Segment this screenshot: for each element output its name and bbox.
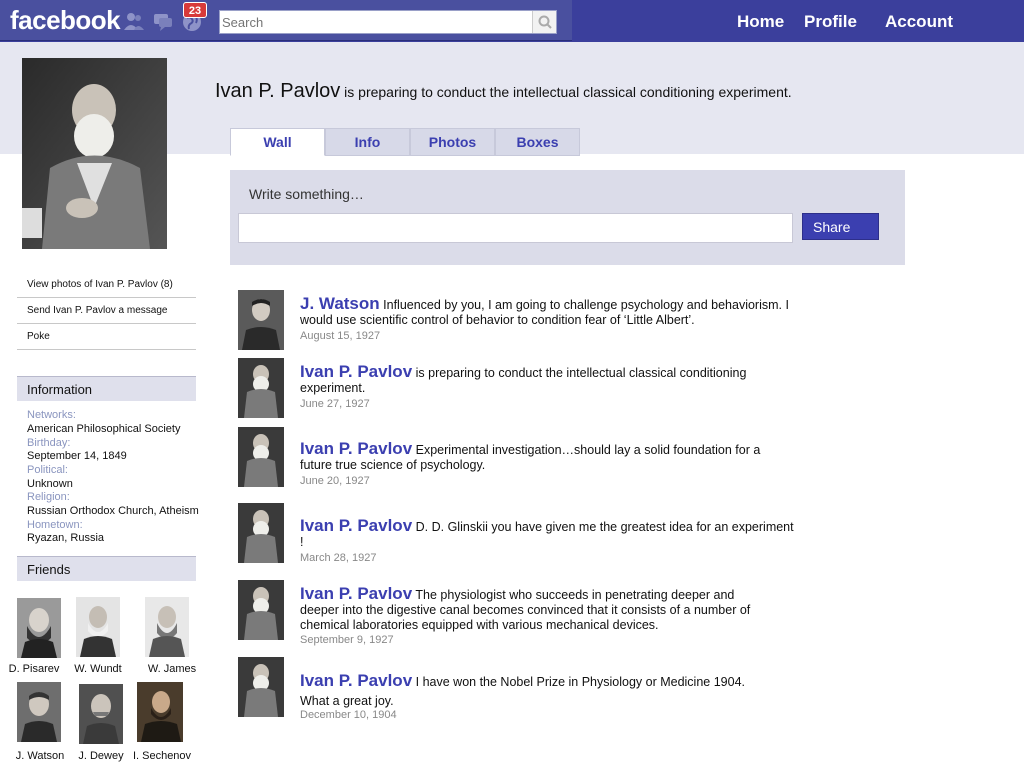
info-label-political: Political: [27, 464, 68, 476]
post-author[interactable]: Ivan P. Pavlov [300, 439, 412, 458]
nav-home[interactable]: Home [737, 12, 784, 32]
post-author[interactable]: J. Watson [300, 294, 380, 313]
poke-link[interactable]: Poke [17, 324, 196, 350]
friend-name-sechenov[interactable]: I. Sechenov [122, 750, 202, 762]
post-author[interactable]: Ivan P. Pavlov [300, 362, 412, 381]
info-value-birthday: September 14, 1849 [27, 450, 127, 462]
search-button[interactable] [532, 11, 556, 33]
post-author[interactable]: Ivan P. Pavlov [300, 516, 412, 535]
profile-status: is preparing to conduct the intellectual… [344, 84, 792, 100]
profile-photo[interactable] [22, 58, 167, 249]
notification-badge[interactable]: 23 [183, 2, 207, 18]
friend-name-james[interactable]: W. James [132, 663, 212, 675]
post-body: Ivan P. Pavlov The physiologist who succ… [300, 584, 770, 633]
tab-photos[interactable]: Photos [410, 128, 495, 156]
search-input[interactable] [222, 13, 530, 31]
tab-boxes[interactable]: Boxes [495, 128, 580, 156]
friend-photo-pisarev[interactable] [17, 598, 61, 658]
post-avatar[interactable] [238, 580, 284, 640]
post-date[interactable]: June 20, 1927 [300, 475, 370, 487]
facebook-logo[interactable]: facebook [10, 5, 121, 36]
post-avatar[interactable] [238, 358, 284, 418]
friend-name-wundt[interactable]: W. Wundt [58, 663, 138, 675]
search-box[interactable] [219, 10, 557, 34]
post-author[interactable]: Ivan P. Pavlov [300, 584, 412, 603]
post-date[interactable]: September 9, 1927 [300, 634, 394, 646]
profile-status-line: Ivan P. Pavlov is preparing to conduct t… [215, 80, 792, 103]
tab-info[interactable]: Info [325, 128, 410, 156]
post-date[interactable]: June 27, 1927 [300, 398, 370, 410]
tab-wall[interactable]: Wall [230, 128, 325, 156]
info-value-religion: Russian Orthodox Church, Atheism [27, 505, 199, 517]
messages-icon[interactable] [152, 10, 174, 32]
post-body: J. Watson Influenced by you, I am going … [300, 294, 795, 328]
post-author[interactable]: Ivan P. Pavlov [300, 671, 412, 690]
post-body: Ivan P. Pavlov is preparing to conduct t… [300, 362, 795, 396]
info-label-birthday: Birthday: [27, 437, 71, 449]
nav-profile[interactable]: Profile [804, 12, 857, 32]
friend-photo-sechenov[interactable] [137, 682, 183, 742]
post-body: Ivan P. Pavlov I have won the Nobel Priz… [300, 671, 770, 711]
post-avatar[interactable] [238, 427, 284, 487]
post-avatar[interactable] [238, 290, 284, 350]
information-heading: Information [17, 376, 196, 401]
share-button[interactable]: Share [802, 213, 879, 240]
post-date[interactable]: March 28, 1927 [300, 552, 376, 564]
nav-account[interactable]: Account [885, 12, 953, 32]
view-photos-link[interactable]: View photos of Ivan P. Pavlov (8) [17, 272, 196, 298]
profile-name[interactable]: Ivan P. Pavlov [215, 80, 340, 102]
friends-heading: Friends [17, 556, 196, 581]
post-body: Ivan P. Pavlov D. D. Glinskii you have g… [300, 516, 795, 550]
friend-photo-james[interactable] [145, 597, 189, 657]
composer-input[interactable] [238, 213, 793, 243]
friend-requests-icon[interactable] [123, 10, 145, 32]
search-icon [538, 15, 552, 29]
composer-label: Write something… [249, 186, 364, 202]
info-label-networks: Networks: [27, 409, 76, 421]
info-value-political: Unknown [27, 478, 73, 490]
send-message-link[interactable]: Send Ivan P. Pavlov a message [17, 298, 196, 324]
friend-photo-wundt[interactable] [76, 597, 120, 657]
info-value-hometown[interactable]: Ryazan, Russia [27, 532, 104, 544]
info-label-hometown: Hometown: [27, 519, 83, 531]
friend-photo-dewey[interactable] [79, 684, 123, 744]
info-label-religion: Religion: [27, 491, 70, 503]
post-body: Ivan P. Pavlov Experimental investigatio… [300, 439, 795, 473]
info-value-networks[interactable]: American Philosophical Society [27, 423, 180, 435]
post-date[interactable]: August 15, 1927 [300, 330, 380, 342]
post-date[interactable]: December 10, 1904 [300, 709, 397, 721]
friend-photo-watson[interactable] [17, 682, 61, 742]
post-avatar[interactable] [238, 503, 284, 563]
wall-composer: Write something… Share [230, 170, 905, 265]
post-avatar[interactable] [238, 657, 284, 717]
